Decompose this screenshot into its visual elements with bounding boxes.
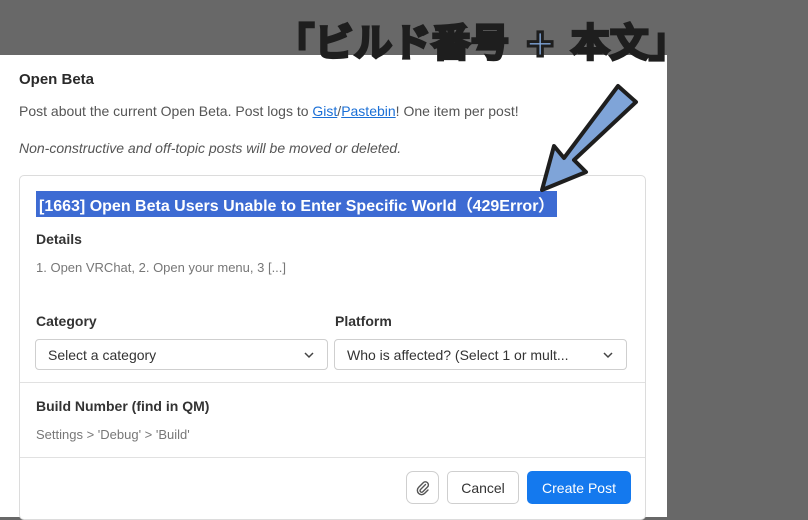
description-text: Post about the current Open Beta. Post l…	[19, 103, 313, 119]
description-suffix: ! One item per post!	[395, 103, 519, 119]
paperclip-icon	[416, 480, 429, 495]
build-number-label: Build Number (find in QM)	[36, 398, 210, 414]
platform-select-value: Who is affected? (Select 1 or mult...	[347, 346, 569, 363]
chevron-down-icon	[304, 351, 314, 358]
post-form: [1663] Open Beta Users Unable to Enter S…	[19, 175, 646, 520]
panel-description: Post about the current Open Beta. Post l…	[19, 103, 519, 119]
category-select[interactable]: Select a category	[35, 339, 328, 370]
platform-label: Platform	[335, 313, 392, 329]
attach-button[interactable]	[406, 471, 439, 504]
page-title: Open Beta	[19, 71, 95, 88]
gist-link[interactable]: Gist	[312, 103, 337, 119]
pastebin-link[interactable]: Pastebin	[341, 103, 395, 119]
post-title-input[interactable]: [1663] Open Beta Users Unable to Enter S…	[36, 191, 558, 217]
annotation-callout: 「ビルド番号 + 本文」	[274, 20, 689, 67]
details-input[interactable]: 1. Open VRChat, 2. Open your menu, 3 [..…	[36, 260, 286, 275]
footer-divider	[20, 457, 645, 458]
arrow-icon	[540, 84, 638, 192]
section-divider	[20, 382, 645, 383]
create-post-button[interactable]: Create Post	[527, 471, 631, 504]
category-select-value: Select a category	[48, 346, 157, 363]
cancel-button[interactable]: Cancel	[447, 471, 519, 504]
moderation-note: Non-constructive and off-topic posts wil…	[19, 140, 402, 156]
chevron-down-icon	[603, 351, 613, 358]
details-label: Details	[36, 231, 82, 247]
build-number-input[interactable]: Settings > 'Debug' > 'Build'	[36, 427, 190, 442]
platform-select[interactable]: Who is affected? (Select 1 or mult...	[334, 339, 627, 370]
category-label: Category	[36, 313, 97, 329]
